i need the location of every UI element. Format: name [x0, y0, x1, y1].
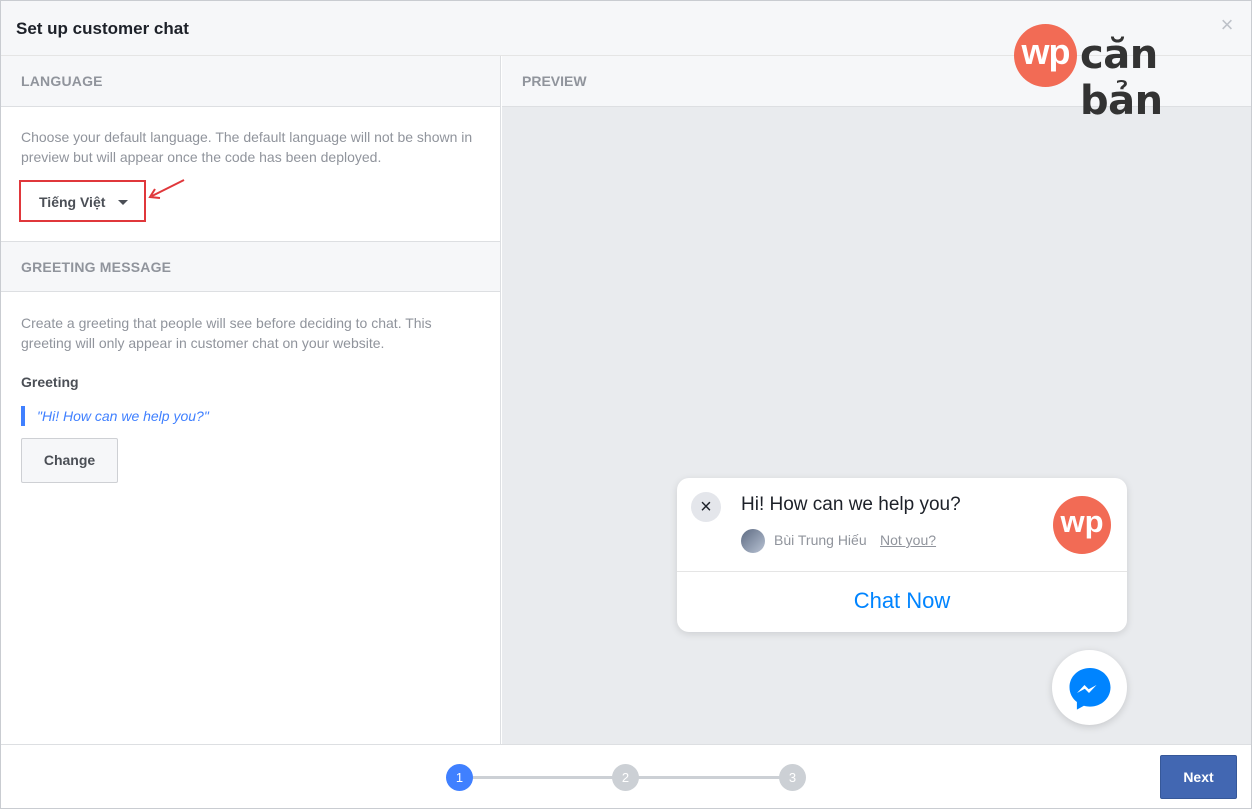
dialog-title: Set up customer chat [16, 19, 189, 38]
annotation-arrow-icon [148, 179, 185, 199]
next-button[interactable]: Next [1160, 755, 1237, 799]
divider [677, 571, 1127, 572]
change-greeting-button[interactable]: Change [21, 438, 118, 483]
messenger-button[interactable] [1052, 650, 1127, 725]
settings-panel: LANGUAGE Choose your default language. T… [1, 56, 501, 744]
step-connector [638, 776, 781, 779]
language-heading: LANGUAGE [21, 73, 103, 89]
preview-panel: PREVIEW × Hi! How can we help you? Bùi T… [502, 56, 1251, 744]
logo-mark: wp [1014, 24, 1077, 87]
caret-down-icon [118, 200, 128, 205]
step-3: 3 [779, 764, 806, 791]
greeting-text: "Hi! How can we help you?" [21, 406, 209, 426]
customer-chat-dialog: Set up customer chat × LANGUAGE Choose y… [0, 0, 1252, 809]
chat-greeting-card: × Hi! How can we help you? Bùi Trung Hiế… [677, 478, 1127, 632]
language-dropdown[interactable]: Tiếng Việt [19, 180, 146, 222]
not-you-link[interactable]: Not you? [880, 532, 936, 548]
close-icon[interactable]: × [691, 492, 721, 522]
language-section-header: LANGUAGE [1, 56, 500, 107]
avatar [741, 529, 765, 553]
greeting-description: Create a greeting that people will see b… [21, 315, 432, 351]
preview-user-name: Bùi Trung Hiếu [774, 532, 867, 548]
chat-now-button[interactable]: Chat Now [677, 588, 1127, 614]
wpcanban-logo: wp căn bản [1014, 24, 1214, 124]
greeting-section-header: GREETING MESSAGE [1, 241, 500, 292]
page-logo-icon: wp [1053, 496, 1111, 554]
language-selected-value: Tiếng Việt [39, 194, 106, 210]
messenger-icon [1069, 668, 1111, 710]
step-2: 2 [612, 764, 639, 791]
dialog-footer: 1 2 3 Next [1, 744, 1251, 808]
preview-heading: PREVIEW [522, 73, 587, 89]
logo-text: căn bản [1080, 32, 1163, 124]
step-1: 1 [446, 764, 473, 791]
greeting-heading: GREETING MESSAGE [21, 259, 172, 275]
preview-greeting-message: Hi! How can we help you? [741, 494, 961, 515]
greeting-label: Greeting [21, 374, 79, 390]
step-connector [472, 776, 614, 779]
language-description: Choose your default language. The defaul… [21, 129, 473, 165]
close-icon[interactable]: × [1217, 14, 1237, 36]
